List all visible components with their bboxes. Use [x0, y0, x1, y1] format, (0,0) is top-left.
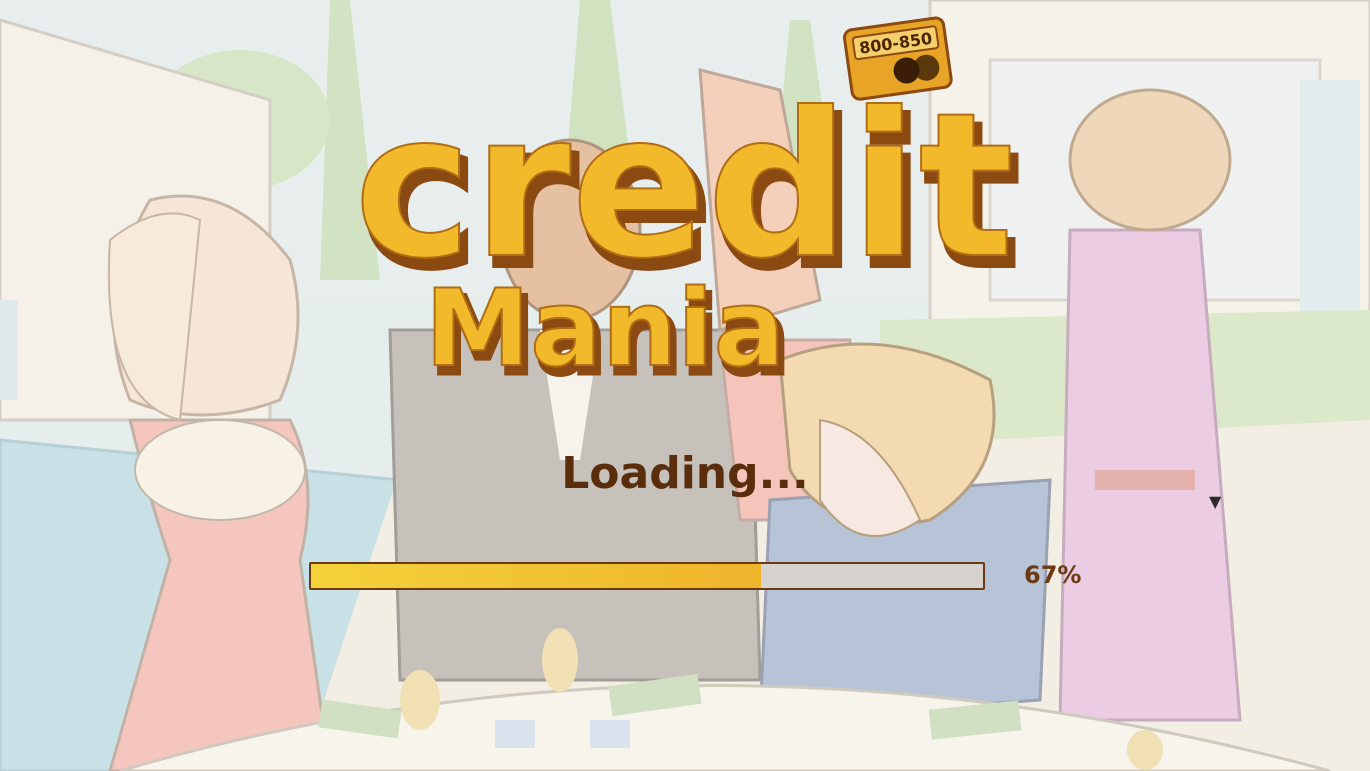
loading-progress-bar: [309, 562, 985, 590]
caret-down-icon[interactable]: ▼: [1209, 492, 1221, 511]
loading-screen: 800-850 credit credit Mania Mania Loadin…: [0, 0, 1370, 771]
loading-percent: 67%: [1024, 561, 1082, 589]
mania-wordmark: Mania: [425, 267, 785, 390]
loading-progress-fill: [311, 564, 762, 588]
credit-mania-logo: 800-850 credit credit Mania Mania: [353, 16, 1023, 401]
loading-label: Loading...: [561, 448, 809, 499]
